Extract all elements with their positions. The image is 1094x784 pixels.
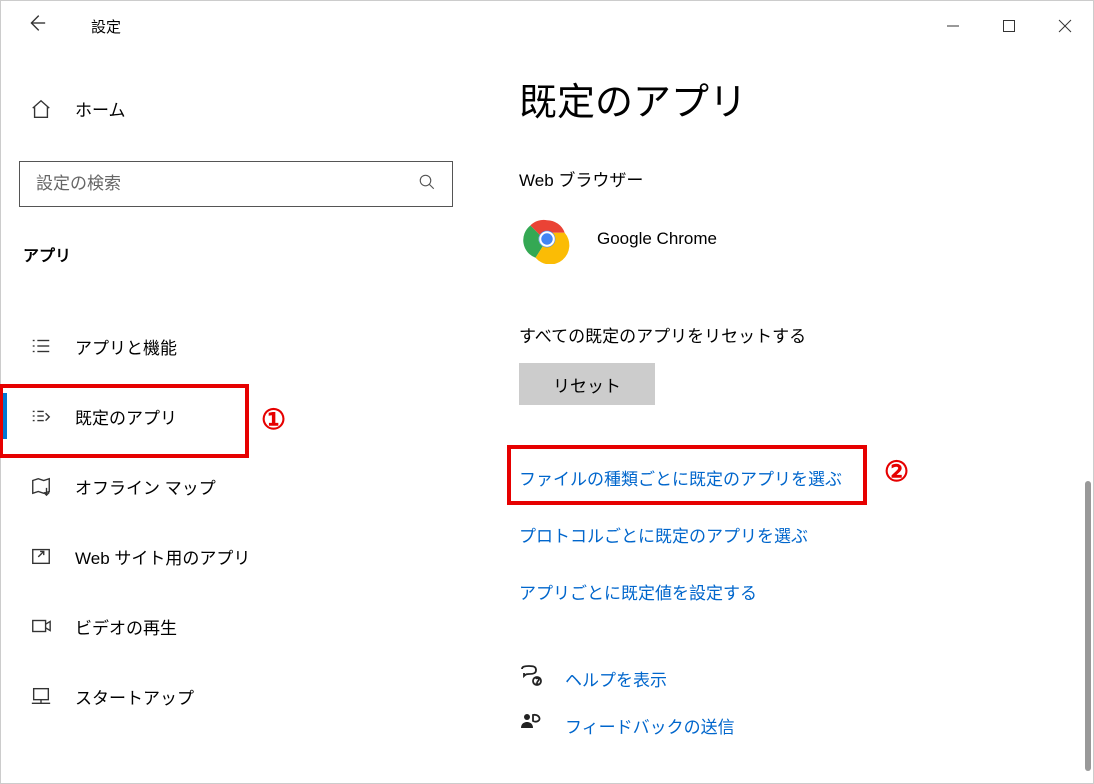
page-title: 既定のアプリ bbox=[519, 71, 1053, 126]
sidebar-item-label: ビデオの再生 bbox=[75, 614, 177, 639]
home-label: ホーム bbox=[75, 96, 126, 121]
link-by-app[interactable]: アプリごとに既定値を設定する bbox=[519, 579, 1053, 604]
search-icon bbox=[418, 173, 436, 196]
sidebar-item-label: 既定のアプリ bbox=[75, 404, 177, 429]
default-browser-row[interactable]: Google Chrome bbox=[519, 211, 1053, 267]
category-label: アプリ bbox=[19, 242, 453, 266]
chrome-icon bbox=[519, 211, 575, 267]
close-button[interactable] bbox=[1037, 6, 1093, 46]
search-input[interactable] bbox=[19, 161, 453, 207]
window-title: 設定 bbox=[91, 16, 121, 37]
help-icon bbox=[519, 664, 545, 693]
back-button[interactable] bbox=[21, 8, 51, 44]
search-field[interactable] bbox=[36, 174, 418, 194]
open-external-icon bbox=[29, 545, 53, 567]
reset-label: すべての既定のアプリをリセットする bbox=[519, 322, 1053, 347]
minimize-button[interactable] bbox=[925, 6, 981, 46]
sidebar-item-label: Web サイト用のアプリ bbox=[75, 544, 250, 569]
feedback-label: フィードバックの送信 bbox=[565, 713, 735, 738]
list-icon bbox=[29, 335, 53, 357]
sidebar-item-label: オフライン マップ bbox=[75, 474, 216, 499]
browser-section-label: Web ブラウザー bbox=[519, 166, 1053, 191]
link-file-type[interactable]: ファイルの種類ごとに既定のアプリを選ぶ bbox=[519, 465, 1053, 490]
home-nav[interactable]: ホーム bbox=[19, 86, 453, 131]
scrollbar[interactable] bbox=[1085, 481, 1091, 771]
sidebar-item-default-apps[interactable]: 既定のアプリ bbox=[19, 381, 453, 451]
active-indicator bbox=[1, 393, 7, 439]
home-icon bbox=[29, 98, 53, 120]
map-icon bbox=[29, 475, 53, 497]
sidebar: ホーム アプリ アプリと機能 bbox=[1, 51, 471, 783]
link-protocol[interactable]: プロトコルごとに既定のアプリを選ぶ bbox=[519, 522, 1053, 547]
sidebar-item-label: スタートアップ bbox=[75, 684, 194, 709]
feedback-icon bbox=[519, 711, 545, 740]
sidebar-item-website-apps[interactable]: Web サイト用のアプリ bbox=[19, 521, 453, 591]
content-panel: 既定のアプリ Web ブラウザー Google Chrome すべての既定のアプ… bbox=[471, 51, 1093, 783]
title-bar: 設定 bbox=[1, 1, 1093, 51]
reset-button[interactable]: リセット bbox=[519, 363, 655, 405]
default-apps-icon bbox=[29, 405, 53, 427]
video-icon bbox=[29, 615, 53, 637]
default-browser-name: Google Chrome bbox=[597, 229, 717, 249]
feedback-link[interactable]: フィードバックの送信 bbox=[519, 711, 1053, 740]
sidebar-item-apps-features[interactable]: アプリと機能 bbox=[19, 311, 453, 381]
sidebar-item-label: アプリと機能 bbox=[75, 334, 177, 359]
sidebar-item-startup[interactable]: スタートアップ bbox=[19, 661, 453, 731]
startup-icon bbox=[29, 685, 53, 707]
sidebar-item-offline-maps[interactable]: オフライン マップ bbox=[19, 451, 453, 521]
sidebar-item-video-playback[interactable]: ビデオの再生 bbox=[19, 591, 453, 661]
help-link[interactable]: ヘルプを表示 bbox=[519, 664, 1053, 693]
maximize-button[interactable] bbox=[981, 6, 1037, 46]
help-label: ヘルプを表示 bbox=[565, 666, 667, 691]
